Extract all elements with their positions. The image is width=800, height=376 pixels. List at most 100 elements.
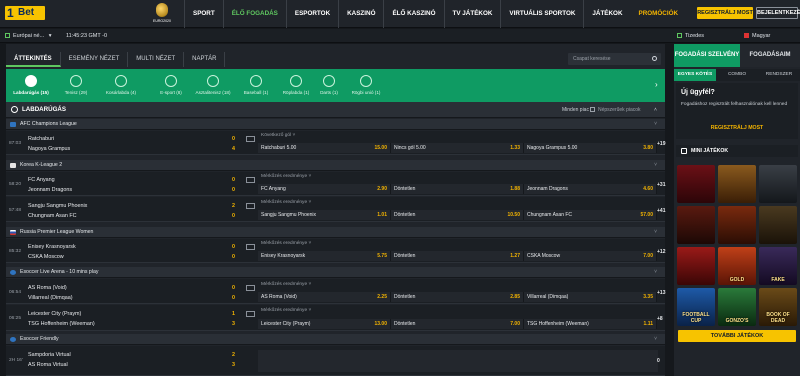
odd-button[interactable]: TSG Hoffenheim (Weeman) 1.11 [524, 319, 657, 329]
odd-button[interactable]: Ratchaburi 5.00 15.00 [258, 143, 391, 153]
stats-icon[interactable] [246, 311, 255, 317]
nav-casino[interactable]: KASZINÓ [338, 0, 383, 28]
odd-button[interactable]: Nincs gól 5.00 1.33 [391, 143, 524, 153]
odd-button[interactable]: FC Anyang 2.90 [258, 184, 391, 194]
match-row[interactable]: 06:54 AS Roma (Void) Villarreal (Dimqaa)… [6, 279, 665, 304]
game-tile[interactable]: FAKE [759, 247, 797, 285]
brand-logo[interactable]: 1 Bet [5, 6, 45, 20]
nav-live-betting[interactable]: ÉLŐ FOGADÁS [222, 0, 286, 28]
odd-button[interactable]: Döntetlen 2.85 [391, 292, 524, 302]
game-tile[interactable] [718, 206, 756, 244]
chevron-down-icon[interactable]: ˅ [654, 267, 657, 278]
game-tile[interactable] [759, 165, 797, 203]
chevron-right-icon[interactable]: › [655, 80, 661, 90]
game-tile[interactable]: GOLD [718, 247, 756, 285]
chevron-down-icon[interactable]: ˅ [654, 160, 657, 171]
odds-format-selector[interactable]: Tizedes [677, 29, 704, 43]
more-markets-link[interactable]: 0 [657, 358, 660, 364]
tab-betslip[interactable]: FOGADÁSI SZELVÉNY [674, 44, 740, 67]
stats-icon[interactable] [246, 203, 255, 209]
odd-button[interactable]: Chungnam Asan FC 57.00 [524, 210, 657, 220]
chevron-down-icon[interactable]: ˅ [654, 334, 657, 345]
odd-button[interactable]: CSKA Moscow 7.00 [524, 251, 657, 261]
market-label[interactable]: Mérkőzés eredménye ˅ [261, 200, 311, 205]
game-tile[interactable] [677, 165, 715, 203]
language-selector[interactable]: Magyar [744, 29, 770, 43]
nav-esports[interactable]: ESPORTOK [285, 0, 338, 28]
league-header[interactable]: Korea K-League 2 ˅ [6, 160, 665, 171]
euro-2020-logo[interactable]: EURO2020 [152, 3, 172, 25]
nav-promotions[interactable]: PROMÓCIÓK [631, 0, 687, 28]
more-markets-link[interactable]: +8 [657, 316, 663, 322]
more-markets-link[interactable]: +13 [657, 290, 665, 296]
game-tile[interactable]: GONZO'S [718, 288, 756, 326]
more-games-button[interactable]: TOVÁBBI JÁTÉKOK [678, 330, 796, 342]
odd-button[interactable]: AS Roma (Void) 2.25 [258, 292, 391, 302]
market-label[interactable]: Mérkőzés eredménye ˅ [261, 174, 311, 179]
more-markets-link[interactable]: +31 [657, 182, 665, 188]
match-row[interactable]: 2H 16' Sampdoria Virtual AS Roma Virtual… [6, 346, 665, 376]
game-tile[interactable] [759, 206, 797, 244]
league-header[interactable]: AFC Champions League ˅ [6, 119, 665, 130]
nav-virtual-sports[interactable]: VIRTUÁLIS SPORTOK [500, 0, 583, 28]
market-label[interactable]: Következő gól ˅ [261, 133, 295, 138]
tab-combo[interactable]: COMBO [716, 69, 758, 81]
game-tile[interactable]: BOOK OF DEAD [759, 288, 797, 326]
match-row[interactable]: 58:20 FC Anyang Jeonnam Dragons 0 0 Mérk… [6, 172, 665, 196]
odd-button[interactable]: Sangju Sangmu Phoenix 1.01 [258, 210, 391, 220]
market-select[interactable]: Népszerűek piacok [590, 102, 641, 118]
team-search-input[interactable]: Csapat keresése [568, 53, 661, 65]
match-row[interactable]: 85:32 Enisey Krasnoyarsk CSKA Moscow 0 0… [6, 239, 665, 263]
collapse-icon[interactable]: ˄ [654, 102, 657, 118]
sport-basketball[interactable]: Kosárlabda (4) [96, 69, 146, 102]
nav-live-casino[interactable]: ÉLŐ KASZINÓ [383, 0, 443, 28]
league-header[interactable]: Esoccer Friendly ˅ [6, 334, 665, 345]
odd-button[interactable]: Jeonnam Dragons 4.60 [524, 184, 657, 194]
tab-multi-view[interactable]: MULTI NÉZET [128, 52, 185, 67]
odd-button[interactable]: Döntetlen 7.00 [391, 319, 524, 329]
tab-calendar[interactable]: NAPTÁR [184, 52, 226, 67]
tab-event-view[interactable]: ESEMÉNY NÉZET [61, 52, 129, 67]
game-tile[interactable] [677, 247, 715, 285]
market-label[interactable]: Mérkőzés eredménye ˅ [261, 282, 311, 287]
odd-button[interactable]: Döntetlen 1.88 [391, 184, 524, 194]
league-header[interactable]: Esoccer Live Arena - 10 mins play ˅ [6, 267, 665, 278]
more-markets-link[interactable]: +12 [657, 249, 665, 255]
tab-single-bet[interactable]: EGYES KÖTÉS [674, 69, 716, 81]
odd-button[interactable]: Döntetlen 1.27 [391, 251, 524, 261]
stats-icon[interactable] [246, 285, 255, 291]
market-label[interactable]: Mérkőzés eredménye ˅ [261, 308, 311, 313]
login-button[interactable]: BEJELENTKEZÉS [756, 7, 800, 19]
tab-system[interactable]: RENDSZER [758, 69, 800, 81]
search-icon[interactable] [652, 56, 657, 61]
tab-my-bets[interactable]: FOGADÁSAIM [740, 44, 800, 67]
stats-icon[interactable] [246, 244, 255, 250]
game-tile[interactable] [718, 165, 756, 203]
nav-games[interactable]: JÁTÉKOK [583, 0, 630, 28]
match-row[interactable]: 87:03 Ratchaburi Nagoya Grampus 0 4 Köve… [6, 131, 665, 155]
odd-button[interactable]: Nagoya Grampus 5.00 3.80 [524, 143, 657, 153]
game-tile[interactable]: FOOTBALL CUP [677, 288, 715, 326]
match-row[interactable]: 57:48 Sangju Sangmu Phoenix Chungnam Asa… [6, 197, 665, 222]
league-header[interactable]: Russia Premier League Women ˅ [6, 227, 665, 238]
sport-tennis[interactable]: Tenisz (29) [51, 69, 101, 102]
region-selector[interactable]: Európai né... ▾ [5, 29, 51, 43]
match-row[interactable]: 06:25 Leicester City (Praym) TSG Hoffenh… [6, 305, 665, 331]
market-label[interactable]: Mérkőzés eredménye ˅ [261, 241, 311, 246]
sport-rugby[interactable]: Rögbi unió (1) [341, 69, 391, 102]
game-tile[interactable] [677, 206, 715, 244]
chevron-down-icon[interactable]: ˅ [654, 227, 657, 238]
odd-button[interactable]: Döntetlen 10.50 [391, 210, 524, 220]
sport-football[interactable]: Labdarúgás (15) [6, 69, 56, 102]
nav-tv-games[interactable]: TV JÁTÉKOK [443, 0, 501, 28]
odd-button[interactable]: Enisey Krasnoyarsk 5.75 [258, 251, 391, 261]
register-button[interactable]: REGISZTRÁLJ MOST [697, 7, 753, 19]
chevron-down-icon[interactable]: ˅ [654, 119, 657, 130]
stats-icon[interactable] [246, 177, 255, 183]
more-markets-link[interactable]: +41 [657, 208, 665, 214]
more-markets-link[interactable]: +19 [657, 141, 665, 147]
stats-icon[interactable] [246, 136, 255, 142]
tab-overview[interactable]: ÁTTEKINTÉS [6, 52, 61, 67]
odd-button[interactable]: Villarreal (Dimqaa) 3.35 [524, 292, 657, 302]
nav-sport[interactable]: SPORT [184, 0, 223, 28]
